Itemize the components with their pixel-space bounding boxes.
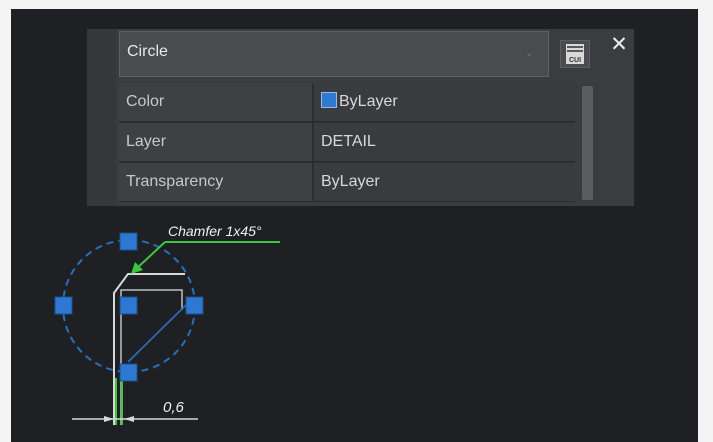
chamfer-label[interactable]: Chamfer 1x45° [168,223,262,239]
leader-line [134,241,166,271]
cad-drawing: Chamfer 1x45° 0,6 [54,223,280,425]
grip-bottom[interactable] [119,363,138,382]
grip-right[interactable] [185,296,204,315]
dimension-value[interactable]: 0,6 [163,399,185,416]
grip-top[interactable] [119,232,138,251]
grip-left[interactable] [54,296,73,315]
dimension-arrow-left [104,416,114,422]
dimension-arrow-right [124,416,134,422]
grip-center[interactable] [119,296,138,315]
